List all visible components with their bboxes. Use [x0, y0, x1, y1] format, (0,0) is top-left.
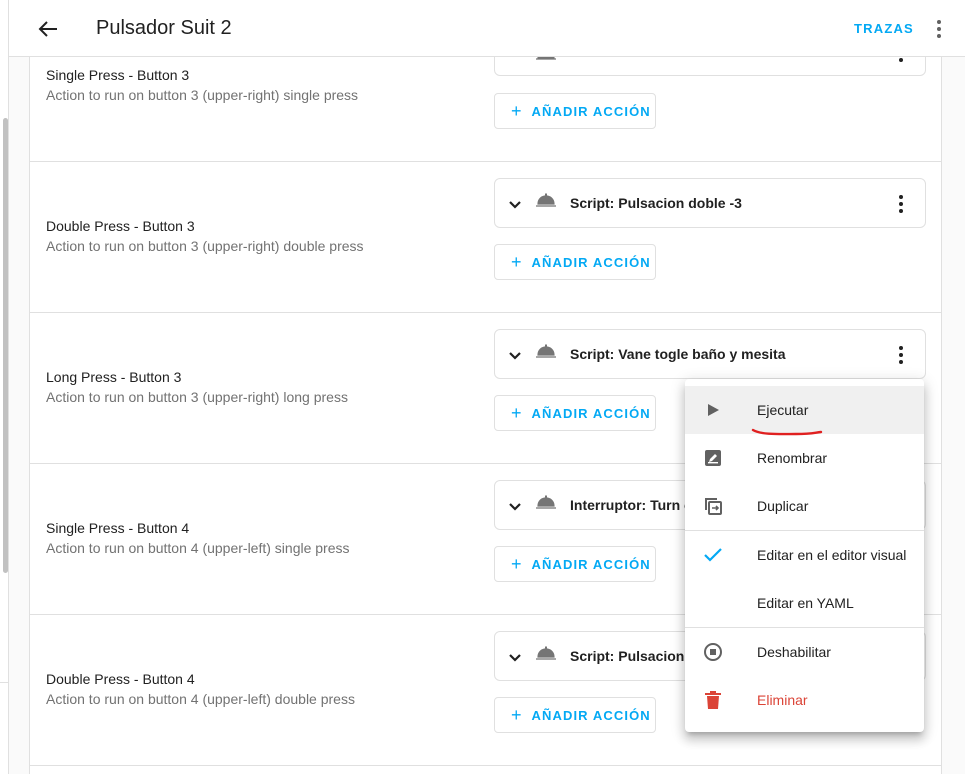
page-title: Pulsador Suit 2 [96, 17, 232, 39]
row-title: Single Press - Button 3 [46, 67, 190, 83]
action-title: Script: Pulsacion doble -3 [570, 195, 742, 211]
row-description: Action to run on button 4 (upper-left) d… [46, 691, 355, 707]
menu-item-label: Duplicar [757, 498, 809, 514]
menu-item-delete[interactable]: Eliminar [685, 676, 924, 724]
plus-icon: + [511, 403, 522, 423]
action-context-menu: Ejecutar Renombrar Duplicar Editar en el… [685, 379, 924, 732]
action-menu-icon[interactable] [889, 343, 913, 367]
disable-icon [701, 640, 725, 664]
action-title: Script: Pulsacion d [570, 648, 697, 664]
menu-item-disable[interactable]: Deshabilitar [685, 628, 924, 676]
menu-item-label: Editar en YAML [757, 595, 854, 611]
add-action-button[interactable]: + AÑADIR ACCIÓN [494, 244, 656, 280]
menu-item-label: Ejecutar [757, 402, 809, 418]
left-divider [0, 682, 9, 683]
add-action-label: AÑADIR ACCIÓN [531, 103, 651, 119]
add-action-button[interactable]: + AÑADIR ACCIÓN [494, 395, 656, 431]
switch-icon [535, 495, 559, 515]
action-card[interactable]: Script: Pulsacion doble -3 [494, 178, 926, 228]
plus-icon: + [511, 101, 522, 121]
menu-item-run[interactable]: Ejecutar [685, 386, 924, 436]
menu-item-label: Eliminar [757, 692, 808, 708]
traces-button[interactable]: TRAZAS [854, 21, 914, 36]
duplicate-icon [701, 494, 725, 518]
plus-icon: + [511, 252, 522, 272]
row-description: Action to run on button 3 (upper-right) … [46, 238, 364, 254]
add-action-button[interactable]: + AÑADIR ACCIÓN [494, 93, 656, 129]
menu-item-label: Editar en el editor visual [757, 547, 907, 563]
row-description: Action to run on button 4 (upper-left) s… [46, 540, 350, 556]
menu-item-rename[interactable]: Renombrar [685, 434, 924, 482]
top-app-bar: Pulsador Suit 2 TRAZAS [9, 0, 965, 57]
action-menu-icon[interactable] [889, 192, 913, 216]
plus-icon: + [511, 554, 522, 574]
rename-icon [701, 446, 725, 470]
row-description: Action to run on button 3 (upper-right) … [46, 389, 348, 405]
delete-icon [701, 688, 725, 712]
script-icon [535, 193, 559, 213]
add-action-label: AÑADIR ACCIÓN [531, 556, 651, 572]
plus-icon: + [511, 705, 522, 725]
add-action-button[interactable]: + AÑADIR ACCIÓN [494, 697, 656, 733]
chevron-down-icon[interactable] [505, 194, 525, 214]
add-action-label: AÑADIR ACCIÓN [531, 254, 651, 270]
add-action-label: AÑADIR ACCIÓN [531, 405, 651, 421]
row-title: Double Press - Button 3 [46, 218, 195, 234]
row-description: Action to run on button 3 (upper-right) … [46, 87, 359, 103]
script-icon [535, 344, 559, 364]
chevron-down-icon[interactable] [505, 647, 525, 667]
add-action-button[interactable]: + AÑADIR ACCIÓN [494, 546, 656, 582]
chevron-down-icon[interactable] [505, 345, 525, 365]
script-icon [535, 646, 559, 666]
menu-item-edit-yaml[interactable]: Editar en YAML [685, 579, 924, 627]
action-card[interactable]: Script: Vane togle baño y mesita [494, 329, 926, 379]
row-title: Single Press - Button 4 [46, 520, 190, 536]
chevron-down-icon[interactable] [505, 496, 525, 516]
overflow-menu-icon[interactable] [927, 16, 951, 42]
action-title: Script: Vane togle baño y mesita [570, 346, 786, 362]
row-title: Long Press - Button 3 [46, 369, 182, 385]
play-icon [701, 398, 725, 422]
action-title: Interruptor: Turn on [570, 497, 702, 513]
menu-item-label: Renombrar [757, 450, 828, 466]
menu-item-duplicate[interactable]: Duplicar [685, 482, 924, 530]
menu-item-label: Deshabilitar [757, 644, 831, 660]
row-title: Double Press - Button 4 [46, 671, 195, 687]
check-icon [701, 543, 725, 567]
add-action-label: AÑADIR ACCIÓN [531, 707, 651, 723]
arrow-back-icon[interactable] [35, 16, 61, 42]
menu-item-edit-visual[interactable]: Editar en el editor visual [685, 531, 924, 579]
left-scrollbar[interactable] [3, 118, 8, 573]
input-row-double-press-button-3: Double Press - Button 3 Action to run on… [30, 162, 941, 313]
